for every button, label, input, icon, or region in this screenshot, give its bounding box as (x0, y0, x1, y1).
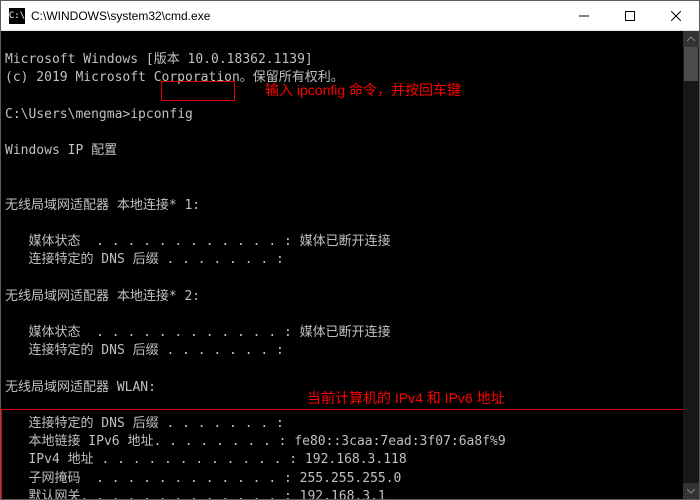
adapter1-media: 媒体状态 . . . . . . . . . . . . : 媒体已断开连接 (5, 234, 391, 249)
ipconfig-title: Windows IP 配置 (5, 143, 117, 158)
annotation-text-1: 输入 ipconfig 命令，并按回车键 (265, 81, 461, 101)
adapter3-ipv6: 本地链接 IPv6 地址. . . . . . . . : fe80::3caa… (5, 434, 506, 449)
minimize-icon (579, 11, 589, 21)
adapter3-gateway: 默认网关. . . . . . . . . . . . . : 192.168.… (5, 489, 386, 499)
adapter1-dns: 连接特定的 DNS 后缀 . . . . . . . : (5, 252, 284, 267)
annotation-text-2: 当前计算机的 IPv4 和 IPv6 地址 (307, 389, 505, 409)
window-controls (561, 1, 699, 31)
adapter3-dns: 连接特定的 DNS 后缀 . . . . . . . : (5, 416, 284, 431)
close-icon (671, 11, 681, 21)
scrollbar[interactable] (683, 31, 699, 499)
command-text: ipconfig (130, 107, 193, 122)
adapter2-media: 媒体状态 . . . . . . . . . . . . : 媒体已断开连接 (5, 325, 391, 340)
close-button[interactable] (653, 1, 699, 31)
adapter2-title: 无线局域网适配器 本地连接* 2: (5, 289, 200, 304)
scroll-down-button[interactable] (683, 483, 699, 499)
prompt-line: C:\Users\mengma>ipconfig (5, 107, 193, 122)
version-line: Microsoft Windows [版本 10.0.18362.1139] (5, 52, 313, 67)
adapter1-title: 无线局域网适配器 本地连接* 1: (5, 198, 200, 213)
adapter3-ipv4: IPv4 地址 . . . . . . . . . . . . : 192.16… (5, 452, 407, 467)
scrollbar-thumb[interactable] (684, 47, 698, 81)
maximize-icon (625, 11, 635, 21)
prompt: C:\Users\mengma> (5, 107, 130, 122)
adapter3-subnet: 子网掩码 . . . . . . . . . . . . : 255.255.2… (5, 471, 401, 486)
minimize-button[interactable] (561, 1, 607, 31)
chevron-down-icon (687, 487, 695, 495)
cmd-icon: C:\ (9, 8, 25, 24)
adapter3-title: 无线局域网适配器 WLAN: (5, 380, 156, 395)
scrollbar-track[interactable] (683, 47, 699, 483)
adapter2-dns: 连接特定的 DNS 后缀 . . . . . . . : (5, 343, 284, 358)
chevron-up-icon (687, 35, 695, 43)
maximize-button[interactable] (607, 1, 653, 31)
terminal-output[interactable]: Microsoft Windows [版本 10.0.18362.1139] (… (1, 31, 699, 499)
titlebar: C:\ C:\WINDOWS\system32\cmd.exe (1, 1, 699, 31)
window-title: C:\WINDOWS\system32\cmd.exe (31, 9, 561, 23)
cmd-window: C:\ C:\WINDOWS\system32\cmd.exe Microsof… (0, 0, 700, 500)
scroll-up-button[interactable] (683, 31, 699, 47)
